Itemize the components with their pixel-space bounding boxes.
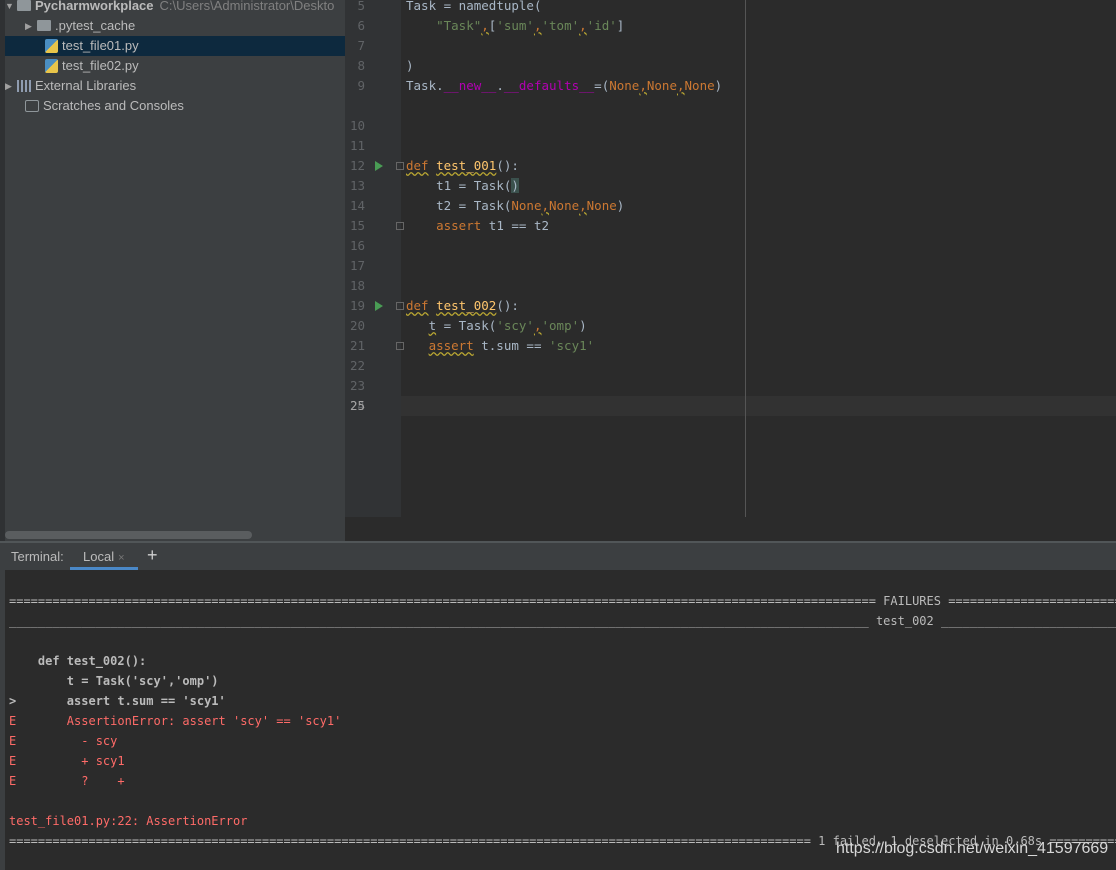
line-number: 20 xyxy=(349,318,365,333)
code-editor[interactable]: 5 6 7 8 9 10 11 12 13 14 15 16 17 18 19 … xyxy=(345,0,1116,541)
line-number: 17 xyxy=(349,258,365,273)
tab-label: Local xyxy=(83,549,115,564)
fold-icon[interactable] xyxy=(396,302,404,310)
terminal-output[interactable]: ========================================… xyxy=(5,570,1116,870)
tree-item-test-file02[interactable]: test_file02.py xyxy=(5,56,345,76)
code-line: Task = namedtuple( xyxy=(406,0,542,13)
terminal-line: def test_002(): xyxy=(9,654,147,668)
tree-item-label: test_file01.py xyxy=(62,38,139,53)
line-number: 23 xyxy=(349,378,365,393)
code-line: ) xyxy=(406,58,414,73)
project-tool-window: ▼ Pycharmworkplace C:\Users\Administrator\… xyxy=(0,0,345,541)
line-number: 12 xyxy=(349,158,365,173)
line-number: 9 xyxy=(357,78,365,93)
line-number: 11 xyxy=(349,138,365,153)
test-header-line: ________________________________________… xyxy=(9,614,1116,628)
tree-item-pytest-cache[interactable]: ▶ .pytest_cache xyxy=(5,16,345,36)
code-line: Task.__new__.__defaults__=(None,None,Non… xyxy=(406,78,723,93)
tree-item-external-libraries[interactable]: ▶ External Libraries xyxy=(5,76,345,96)
code-line: t1 = Task() xyxy=(436,178,519,193)
tree-item-label: .pytest_cache xyxy=(55,18,136,33)
python-file-icon xyxy=(45,38,58,53)
tree-item-label: test_file02.py xyxy=(62,58,139,73)
terminal-error-line: E + scy1 xyxy=(9,754,125,768)
line-number: 15 xyxy=(349,218,365,233)
run-test-002-icon[interactable] xyxy=(375,301,383,311)
failures-banner: ========================================… xyxy=(9,594,1116,608)
code-line: t2 = Task(None,None,None) xyxy=(436,198,625,213)
tab-local[interactable]: Local × xyxy=(70,543,138,570)
root-label: Pycharmworkplace xyxy=(35,0,154,13)
code-line: def test_002(): xyxy=(406,298,519,313)
editor-bottom-area xyxy=(345,517,1116,541)
line-number: 16 xyxy=(349,238,365,253)
error-location: test_file01.py:22: AssertionError xyxy=(9,814,248,828)
code-line: t = Task('scy','omp') xyxy=(428,318,587,333)
terminal-error-line: E AssertionError: assert 'scy' == 'scy1' xyxy=(9,714,342,728)
fold-icon[interactable] xyxy=(396,222,404,230)
libraries-icon xyxy=(17,79,31,92)
chevron-right-icon[interactable]: ▶ xyxy=(5,76,17,96)
close-icon[interactable]: × xyxy=(118,552,124,564)
line-number: 6 xyxy=(357,18,365,33)
line-number: 8 xyxy=(357,58,365,73)
code-line: assert t.sum == 'scy1' xyxy=(428,338,595,353)
line-number: 7 xyxy=(357,38,365,53)
scratches-icon xyxy=(25,99,39,112)
fold-icon[interactable] xyxy=(396,162,404,170)
line-number: 18 xyxy=(349,278,365,293)
terminal-error-line: E ? + xyxy=(9,774,125,788)
line-number: 10 xyxy=(349,118,365,133)
fold-icon[interactable] xyxy=(396,342,404,350)
line-number: 21 xyxy=(349,338,365,353)
python-file-icon xyxy=(45,58,58,73)
run-test-001-icon[interactable] xyxy=(375,161,383,171)
line-number: 5 xyxy=(357,0,365,13)
add-tab-icon[interactable]: + xyxy=(147,545,158,566)
code-line: def test_001(): xyxy=(406,158,519,173)
folder-icon xyxy=(17,0,31,12)
line-number: 22 xyxy=(349,358,365,373)
line-number: 19 xyxy=(349,298,365,313)
horizontal-scrollbar[interactable] xyxy=(5,531,252,539)
tree-item-label: External Libraries xyxy=(35,78,137,93)
caret-row-highlight xyxy=(345,396,1116,416)
watermark: https://blog.csdn.net/weixin_41597669 xyxy=(836,840,1109,857)
tree-item-scratches[interactable]: Scratches and Consoles xyxy=(5,96,345,116)
tree-item-label: Scratches and Consoles xyxy=(43,98,184,113)
chevron-down-icon[interactable]: ▼ xyxy=(5,0,17,16)
line-number-current: 25 xyxy=(349,398,365,413)
terminal-error-line: E - scy xyxy=(9,734,118,748)
tree-item-root[interactable]: ▼ Pycharmworkplace C:\Users\Administrator\… xyxy=(5,0,345,16)
tree-item-test-file01[interactable]: test_file01.py xyxy=(5,36,345,56)
line-number: 14 xyxy=(349,198,365,213)
folder-icon xyxy=(37,20,51,32)
code-line: assert t1 == t2 xyxy=(436,218,549,233)
right-margin-guide xyxy=(745,0,746,517)
terminal-line: > assert t.sum == 'scy1' xyxy=(9,694,226,708)
chevron-right-icon[interactable]: ▶ xyxy=(25,16,37,36)
root-path: C:\Users\Administrator\Deskto xyxy=(159,0,335,13)
terminal-line: t = Task('scy','omp') xyxy=(9,674,219,688)
terminal-title: Terminal: xyxy=(11,549,64,564)
line-number: 13 xyxy=(349,178,365,193)
code-line: "Task",['sum','tom','id'] xyxy=(436,18,625,33)
terminal-header: Terminal: Local × + xyxy=(5,543,1116,570)
